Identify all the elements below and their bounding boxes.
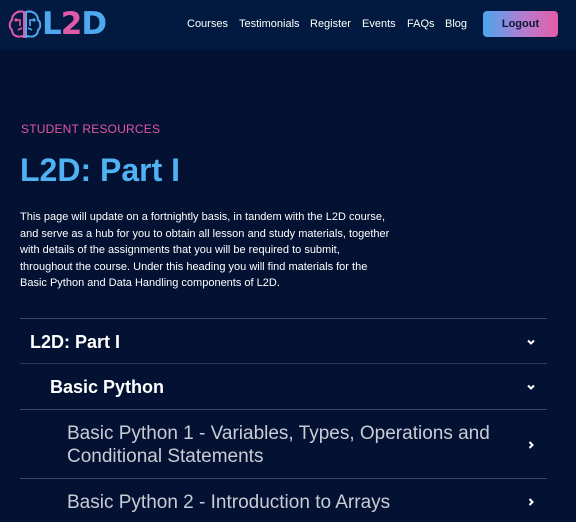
page: L2D Courses Testimonials Register Events… (0, 0, 576, 522)
chevron-right-icon (528, 441, 534, 449)
nav-link-courses[interactable]: Courses (187, 17, 228, 31)
logout-button[interactable]: Logout (483, 11, 558, 37)
nav-link-register[interactable]: Register (310, 17, 351, 31)
accordion-subsection-label: Basic Python (50, 377, 165, 397)
accordion-section-l2d-part-1[interactable]: L2D: Part I (20, 318, 547, 364)
lesson-item-label: Basic Python 2 - Introduction to Arrays (67, 492, 391, 513)
page-title: L2D: Part I (20, 152, 181, 188)
accordion-section-label: L2D: Part I (30, 332, 121, 352)
chevron-down-icon (527, 339, 535, 345)
nav-link-testimonials[interactable]: Testimonials (239, 17, 300, 31)
nav-link-events[interactable]: Events (362, 17, 396, 31)
lesson-item-basic-python-2[interactable]: Basic Python 2 - Introduction to Arrays (20, 478, 547, 522)
chevron-right-icon (528, 498, 534, 506)
lesson-item-label: Basic Python 1 - Variables, Types, Opera… (67, 423, 490, 467)
chevron-down-icon (527, 384, 535, 390)
site-header: L2D Courses Testimonials Register Events… (0, 0, 576, 50)
intro-paragraph: This page will update on a fortnightly b… (20, 211, 390, 289)
section-eyebrow: STUDENT RESOURCES (21, 122, 161, 136)
nav-link-blog[interactable]: Blog (445, 17, 467, 31)
nav-link-faqs[interactable]: FAQs (407, 17, 435, 31)
accordion-subsection-basic-python[interactable]: Basic Python (20, 363, 547, 410)
lesson-item-basic-python-1[interactable]: Basic Python 1 - Variables, Types, Opera… (20, 409, 547, 479)
